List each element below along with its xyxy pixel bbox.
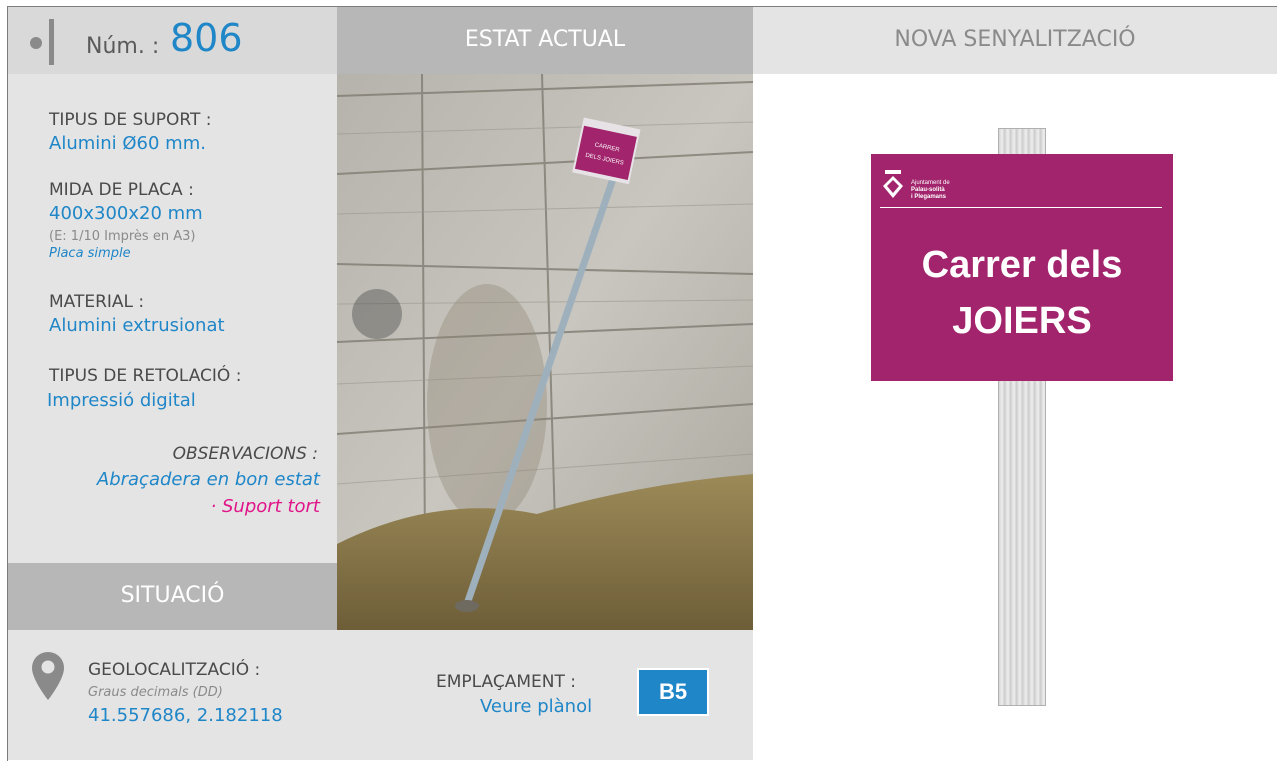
material-label: MATERIAL : xyxy=(49,292,145,312)
map-pin-icon xyxy=(32,652,64,700)
emplacament-code-badge[interactable]: B5 xyxy=(637,668,709,716)
emplacament-link[interactable]: Veure plànol xyxy=(480,696,592,717)
plate-street-line2: JOIERS xyxy=(952,300,1092,342)
number-label: Núm. : xyxy=(86,34,160,59)
material-value: Alumini extrusionat xyxy=(49,315,225,336)
number-value: 806 xyxy=(170,16,243,60)
geo-value: 41.557686, 2.182118 xyxy=(88,705,283,726)
observacions-label: OBSERVACIONS : xyxy=(172,444,318,464)
retolacio-value: Impressió digital xyxy=(47,390,196,411)
geo-format: Graus decimals (DD) xyxy=(88,685,223,700)
town-crest-icon xyxy=(883,170,903,198)
emplacament-label: EMPLAÇAMENT : xyxy=(436,672,576,692)
observacions-alert: · Suport tort xyxy=(210,496,320,517)
town-logo-text: Ajuntament de Palau-solità i Plegamans xyxy=(911,180,950,200)
geo-label: GEOLOCALITZACIÓ : xyxy=(88,660,261,680)
retolacio-label: TIPUS DE RETOLACIÓ : xyxy=(49,366,242,386)
mida-placa-type: Placa simple xyxy=(49,246,131,261)
situacio-title: SITUACIÓ xyxy=(120,583,225,608)
mida-placa-scale: (E: 1/10 Imprès en A3) xyxy=(49,229,196,244)
tipus-suport-value: Alumini Ø60 mm. xyxy=(49,133,206,154)
observacions-value: Abraçadera en bon estat xyxy=(96,469,320,490)
bullet-dot-icon xyxy=(30,37,42,49)
divider-bar xyxy=(49,19,54,65)
plate-divider xyxy=(880,207,1162,208)
estat-actual-title: ESTAT ACTUAL xyxy=(464,27,626,52)
mida-placa-label: MIDA DE PLACA : xyxy=(49,180,194,200)
mida-placa-value: 400x300x20 mm xyxy=(49,203,203,224)
current-state-photo: CARRER DELS JOIERS xyxy=(337,74,753,630)
nova-senyalitzacio-title: NOVA SENYALITZACIÓ xyxy=(894,27,1136,52)
plate-street-line1: Carrer dels xyxy=(921,244,1123,286)
tipus-suport-label: TIPUS DE SUPORT : xyxy=(49,110,212,130)
